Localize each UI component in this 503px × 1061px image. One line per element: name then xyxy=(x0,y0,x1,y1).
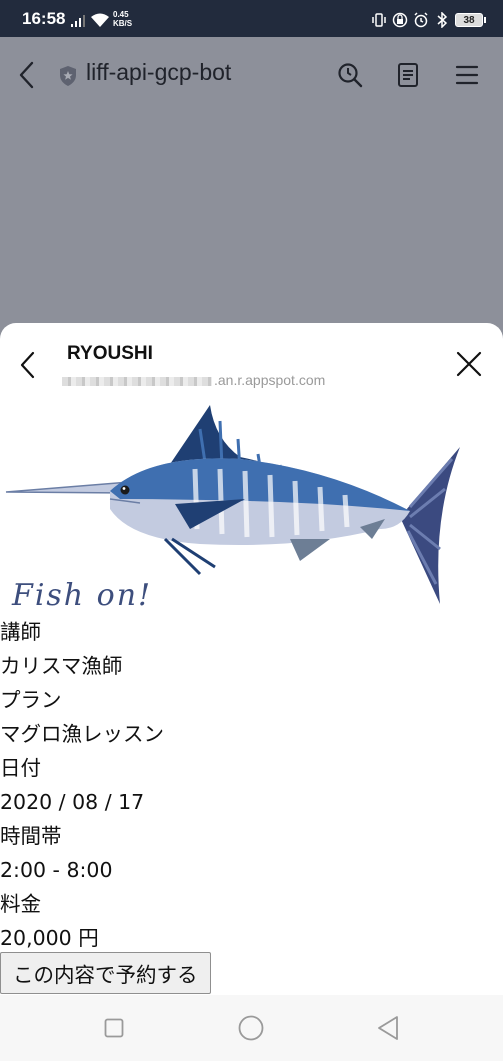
lock-rotation-icon xyxy=(392,12,408,28)
status-icons: 38 xyxy=(371,12,486,28)
navigation-bar xyxy=(0,995,503,1061)
chat-title: liff-api-gcp-bot xyxy=(86,59,232,85)
shield-star-icon xyxy=(60,66,76,86)
search-icon[interactable] xyxy=(337,62,363,88)
time-value: 2:00 - 8:00 xyxy=(0,858,113,882)
time-label: 時間帯 xyxy=(0,824,62,848)
instructor-value: カリスマ漁師 xyxy=(0,654,123,678)
network-speed-unit: KB/S xyxy=(113,19,133,28)
plan-label: プラン xyxy=(0,688,62,712)
url-redacted xyxy=(62,376,212,386)
signal-icon xyxy=(71,15,85,27)
bluetooth-icon xyxy=(437,12,448,28)
notes-icon[interactable] xyxy=(396,62,420,88)
date-value: 2020 / 08 / 17 xyxy=(0,790,145,814)
price-value: 20,000 円 xyxy=(0,926,99,950)
dimmed-chat-area[interactable] xyxy=(0,112,503,342)
status-time: 16:58 xyxy=(22,9,66,28)
network-speed: 0.45 KB/S xyxy=(113,10,132,28)
network-speed-value: 0.45 xyxy=(113,10,129,19)
liff-panel: RYOUSHI .an.r.appspot.com Fish on! 講師 カリ… xyxy=(0,323,503,1061)
instructor-label: 講師 xyxy=(0,620,41,644)
reserve-button[interactable]: この内容で予約する xyxy=(0,952,211,994)
date-label: 日付 xyxy=(0,756,41,780)
liff-url: .an.r.appspot.com xyxy=(62,372,325,388)
liff-back-icon[interactable] xyxy=(18,350,38,380)
close-icon[interactable] xyxy=(456,351,482,377)
battery-level: 38 xyxy=(463,14,475,26)
chat-header: liff-api-gcp-bot xyxy=(0,37,503,112)
wifi-icon xyxy=(91,13,109,27)
alarm-icon xyxy=(414,12,428,28)
url-suffix: .an.r.appspot.com xyxy=(214,372,326,388)
battery-icon: 38 xyxy=(455,13,486,27)
menu-icon[interactable] xyxy=(455,64,479,86)
back-arrow-icon[interactable] xyxy=(16,61,38,89)
price-label: 料金 xyxy=(0,892,41,916)
recents-square-icon[interactable] xyxy=(104,1018,124,1038)
vibrate-icon xyxy=(372,13,386,27)
back-triangle-icon[interactable] xyxy=(376,1015,400,1041)
booking-details: 講師 カリスマ漁師 プラン マグロ漁レッスン 日付 2020 / 08 / 17… xyxy=(0,615,503,955)
status-bar: 16:58 0.45 KB/S 38 xyxy=(0,0,503,37)
image-caption: Fish on! xyxy=(12,578,153,613)
plan-value: マグロ漁レッスン xyxy=(0,722,164,746)
liff-title: RYOUSHI xyxy=(67,343,153,364)
home-circle-icon[interactable] xyxy=(238,1015,264,1041)
